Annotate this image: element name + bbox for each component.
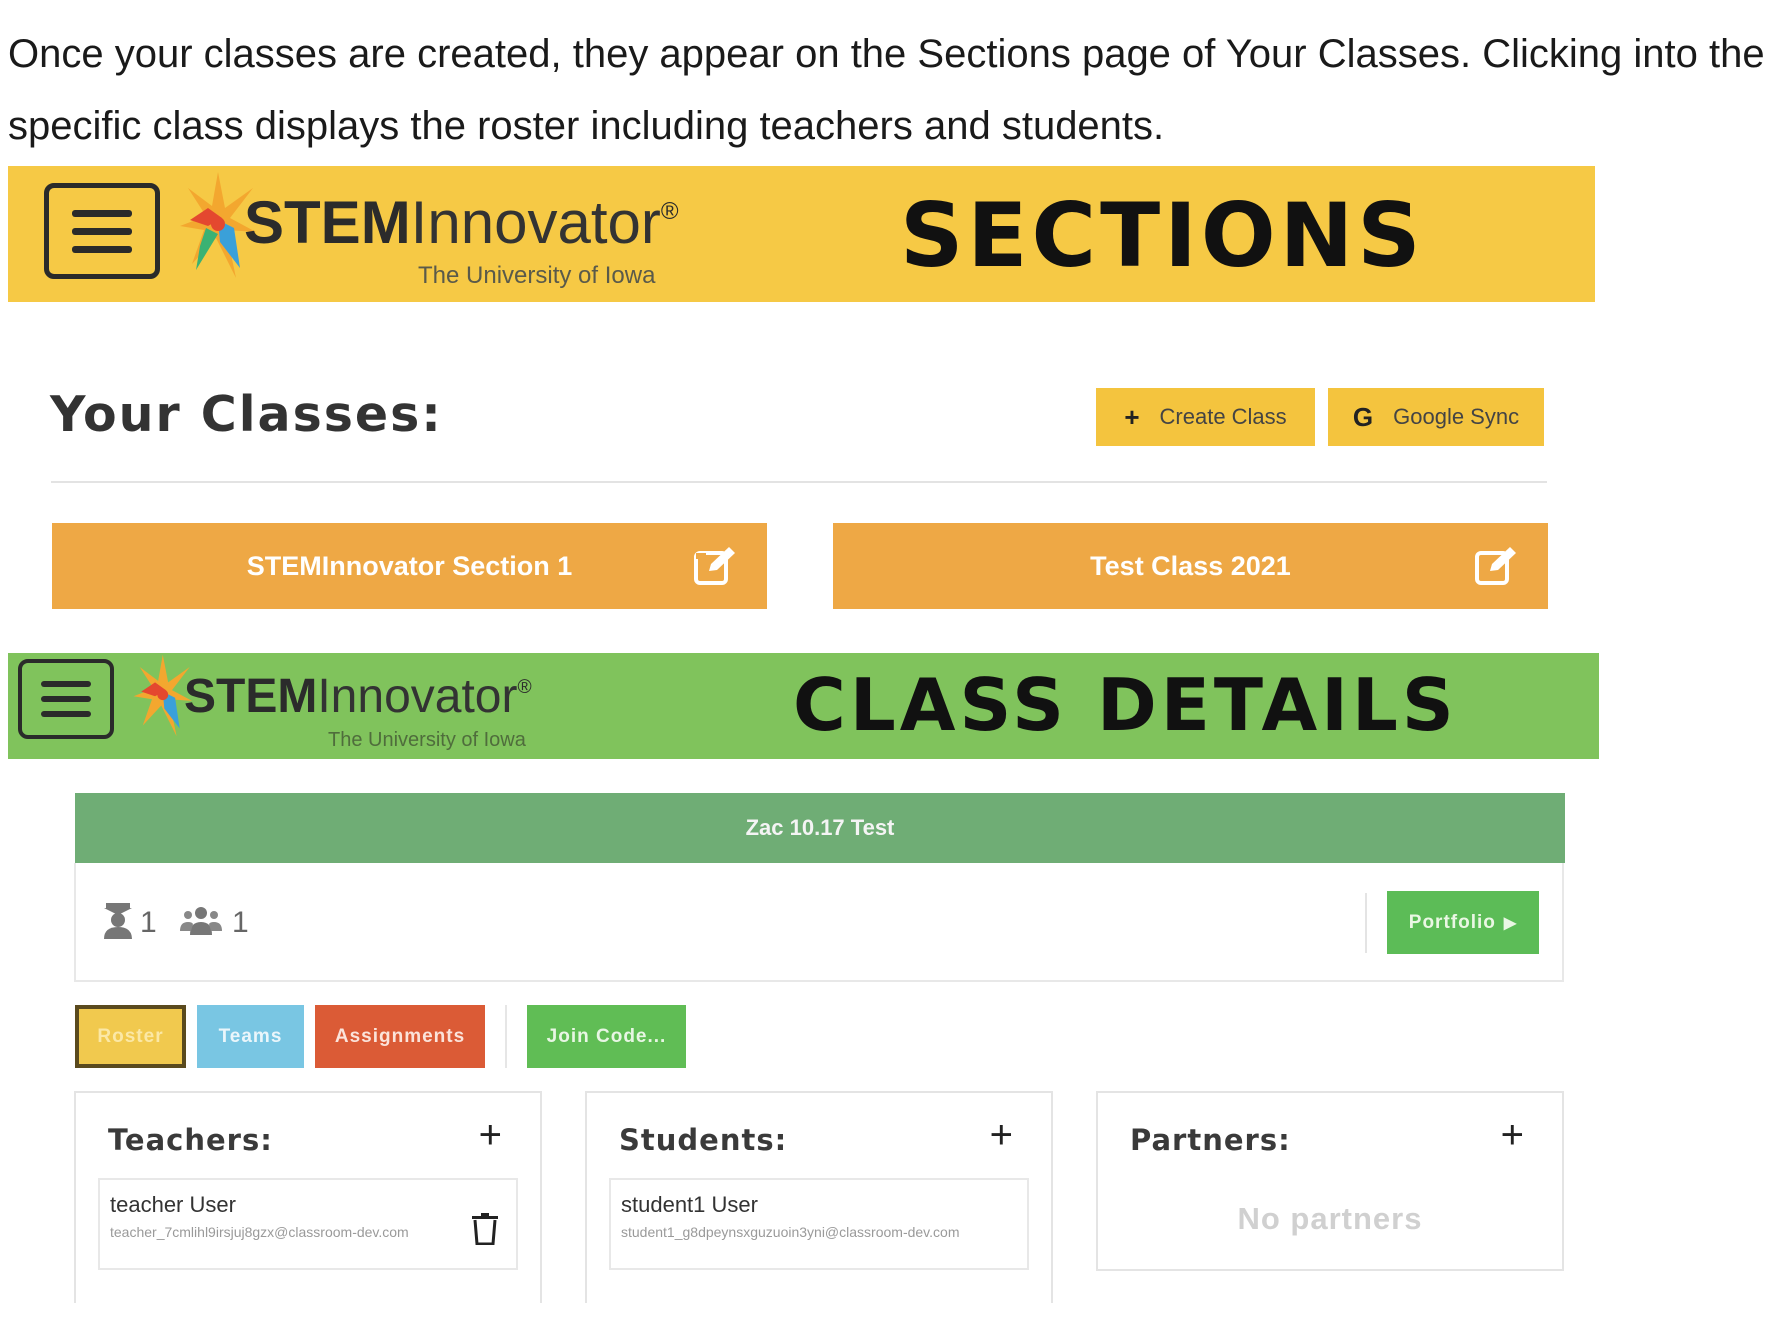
class-card-name: Test Class 2021 <box>1090 550 1291 581</box>
banner-title: CLASS DETAILS <box>793 663 1458 747</box>
caret-right-icon: ▶ <box>1503 914 1518 932</box>
class-details-banner: STEMInnovator® The University of Iowa CL… <box>8 653 1599 759</box>
menu-icon <box>72 210 132 217</box>
partners-panel: Partners: + No partners <box>1096 1091 1564 1271</box>
teachers-title: Teachers: <box>108 1123 273 1157</box>
teacher-icon <box>104 903 132 939</box>
create-class-button[interactable]: + Create Class <box>1096 388 1315 446</box>
student-count: 1 <box>232 906 249 939</box>
logo-subtitle: The University of Iowa <box>328 729 526 751</box>
class-card[interactable]: Test Class 2021 <box>833 523 1548 609</box>
join-code-button[interactable]: Join Code... <box>527 1005 686 1068</box>
banner-title: SECTIONS <box>900 184 1425 287</box>
member-email: student1_g8dpeynsxguzuoin3yni@classroom-… <box>621 1224 960 1240</box>
logo-wordmark: STEMInnovator® <box>244 189 679 256</box>
partners-title: Partners: <box>1130 1123 1291 1157</box>
menu-icon <box>41 681 91 687</box>
logo-star-icon <box>133 654 192 737</box>
students-group-icon <box>180 907 222 935</box>
member-email: teacher_7cmlihl9irsjuj8gzx@classroom-dev… <box>110 1224 409 1240</box>
trash-icon[interactable] <box>472 1213 498 1245</box>
logo-subtitle: The University of Iowa <box>418 262 656 289</box>
tab-teams[interactable]: Teams <box>197 1005 304 1068</box>
hamburger-menu-button[interactable] <box>18 659 114 739</box>
hamburger-menu-button[interactable] <box>44 183 160 279</box>
add-partner-button[interactable]: + <box>1501 1115 1524 1155</box>
students-panel: Students: + student1 User student1_g8dpe… <box>585 1091 1053 1303</box>
teachers-panel: Teachers: + teacher User teacher_7cmlihl… <box>74 1091 542 1303</box>
empty-state-message: No partners <box>1237 1201 1423 1236</box>
google-sync-button[interactable]: G Google Sync <box>1328 388 1544 446</box>
member-name: student1 User <box>621 1192 758 1217</box>
sections-banner: STEMInnovator® The University of Iowa SE… <box>8 166 1595 302</box>
student-list-item: student1 User student1_g8dpeynsxguzuoin3… <box>609 1178 1029 1270</box>
divider <box>51 481 1547 483</box>
class-card-name: STEMInnovator Section 1 <box>246 550 573 581</box>
students-title: Students: <box>619 1123 788 1157</box>
teacher-count: 1 <box>140 906 157 939</box>
tab-roster[interactable]: Roster <box>75 1005 186 1068</box>
page-title: Your Classes: <box>50 386 443 443</box>
add-student-button[interactable]: + <box>990 1115 1013 1155</box>
plus-icon: + <box>1124 401 1140 432</box>
class-info-bar: 1 1 Portfolio ▶ <box>74 863 1564 982</box>
teacher-list-item: teacher User teacher_7cmlihl9irsjuj8gzx@… <box>98 1178 518 1270</box>
divider <box>505 1005 507 1068</box>
logo-wordmark: STEMInnovator® <box>184 670 532 723</box>
google-g-icon: G <box>1352 401 1374 432</box>
add-teacher-button[interactable]: + <box>479 1115 502 1155</box>
intro-paragraph: Once your classes are created, they appe… <box>8 32 1765 148</box>
edit-icon[interactable] <box>693 545 737 587</box>
class-name-header: Zac 10.17 Test <box>75 793 1565 863</box>
divider <box>1365 893 1367 953</box>
tab-assignments[interactable]: Assignments <box>315 1005 485 1068</box>
class-card[interactable]: STEMInnovator Section 1 <box>52 523 767 609</box>
portfolio-button[interactable]: Portfolio ▶ <box>1387 891 1539 954</box>
edit-icon[interactable] <box>1474 545 1518 587</box>
member-name: teacher User <box>110 1192 236 1217</box>
